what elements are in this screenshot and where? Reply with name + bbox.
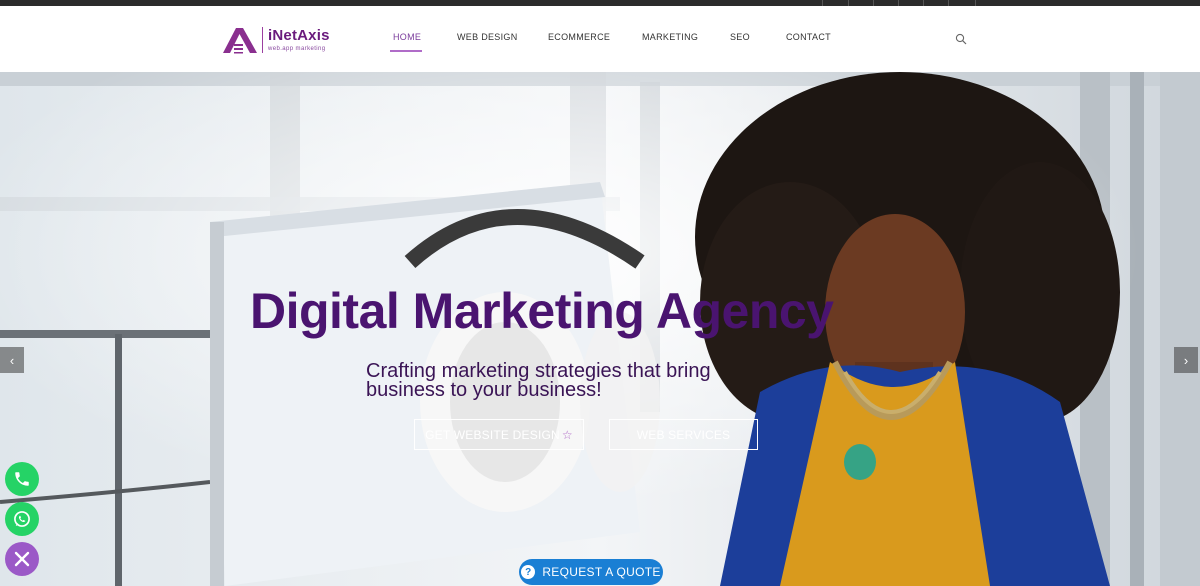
nav-item-contact[interactable]: CONTACT [786,32,831,42]
hero-slider: Digital Marketing Agency Crafting market… [0,72,1200,586]
logo-mark-icon [223,28,257,54]
request-quote-button[interactable]: ? REQUEST A QUOTE [519,559,663,585]
search-icon[interactable] [955,33,967,45]
nav-item-ecommerce[interactable]: ECOMMERCE [548,32,610,42]
star-icon: ☆ [561,427,573,442]
call-button[interactable] [5,462,39,496]
slider-next-button[interactable]: › [1174,347,1198,373]
nav-active-underline [390,50,422,52]
hero-title: Digital Marketing Agency [250,283,834,339]
nav-item-home[interactable]: HOME [393,32,421,42]
brand-logo[interactable]: iNetAxis web.app marketing [221,25,330,55]
hero-subtitle: Crafting marketing strategies that bring… [366,360,711,401]
chevron-right-icon: › [1183,352,1189,368]
site-header: iNetAxis web.app marketing HOME WEB DESI… [0,6,1200,72]
logo-divider [262,27,263,53]
chevron-left-icon: ‹ [9,352,15,368]
web-services-label: WEB SERVICES [636,427,731,442]
get-website-design-button[interactable]: GET WEBSITE DESIGN ☆ [414,419,584,450]
get-website-design-label: GET WEBSITE DESIGN [425,427,560,442]
nav-item-web-design[interactable]: WEB DESIGN [457,32,518,42]
logo-text: iNetAxis web.app marketing [268,28,330,52]
whatsapp-button[interactable] [5,502,39,536]
close-icon [14,551,30,567]
nav-item-seo[interactable]: SEO [730,32,750,42]
request-quote-label: REQUEST A QUOTE [542,565,661,579]
whatsapp-icon [14,511,30,527]
slider-prev-button[interactable]: ‹ [0,347,24,373]
question-icon: ? [521,565,536,579]
close-floating-button[interactable] [5,542,39,576]
web-services-button[interactable]: WEB SERVICES [609,419,758,450]
nav-item-marketing[interactable]: MARKETING [642,32,698,42]
brand-name: iNetAxis [268,27,330,44]
brand-tagline: web.app marketing [268,46,326,52]
phone-icon [15,472,29,486]
